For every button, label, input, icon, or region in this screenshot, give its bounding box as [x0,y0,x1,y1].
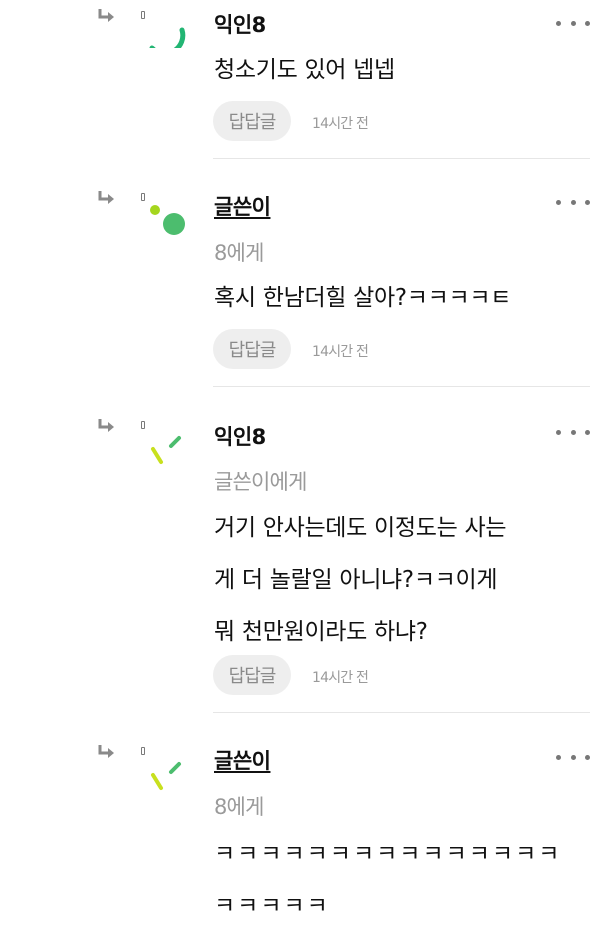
reply-arrow-icon [98,745,114,758]
more-options-icon[interactable] [556,18,590,28]
comment-text: 거기 안사는데도 이정도는 사는 게 더 놀랄일 아니냐?ㅋㅋ이게 뭐 천만원이… [214,515,507,645]
reply-arrow-icon [98,419,114,432]
comment-item: 글쓴이 8에게 혹시 한남더힐 살아?ㅋㅋㅋㅋㅌ 답답글 14시간 전 [0,160,603,388]
comment-text: 청소기도 있어 넵넵 [214,57,395,83]
reply-target: 8에게 [214,795,264,819]
divider [213,712,590,713]
comment-time: 14시간 전 [312,116,369,132]
reply-button[interactable]: 답답글 [213,101,291,141]
comment-author[interactable]: 글쓴이 [214,191,271,221]
comment-time: 14시간 전 [312,344,369,360]
reply-target: 8에게 [214,241,264,265]
avatar-icon [151,436,181,464]
avatar-icon [151,762,181,790]
comment-author[interactable]: 익인8 [214,421,266,451]
divider [213,386,590,387]
comment-author[interactable]: 익인8 [214,9,266,39]
avatar-icon [149,27,186,48]
more-options-icon[interactable] [556,427,590,437]
marker-icon [141,747,145,755]
comment-item: 익인8 청소기도 있어 넵넵 답답글 14시간 전 [0,0,603,160]
avatar-icon [150,205,185,235]
reply-target: 글쓴이에게 [214,470,307,494]
reply-button[interactable]: 답답글 [213,655,291,695]
reply-arrow-icon [98,191,114,204]
more-options-icon[interactable] [556,752,590,762]
comment-text: 혹시 한남더힐 살아?ㅋㅋㅋㅋㅌ [214,285,512,311]
comment-item: 익인8 글쓴이에게 거기 안사는데도 이정도는 사는 게 더 놀랄일 아니냐?ㅋ… [0,388,603,714]
marker-icon [141,11,145,19]
marker-icon [141,193,145,201]
comment-time: 14시간 전 [312,670,369,686]
divider [213,158,590,159]
marker-icon [141,421,145,429]
more-options-icon[interactable] [556,197,590,207]
comment-author[interactable]: 글쓴이 [214,745,271,775]
reply-button[interactable]: 답답글 [213,329,291,369]
reply-arrow-icon [98,9,114,22]
comment-text: ㅋㅋㅋㅋㅋㅋㅋㅋㅋㅋㅋㅋㅋㅋㅋ ㅋㅋㅋㅋㅋ [214,841,562,919]
comment-item: 글쓴이 8에게 ㅋㅋㅋㅋㅋㅋㅋㅋㅋㅋㅋㅋㅋㅋㅋ ㅋㅋㅋㅋㅋ [0,714,603,919]
